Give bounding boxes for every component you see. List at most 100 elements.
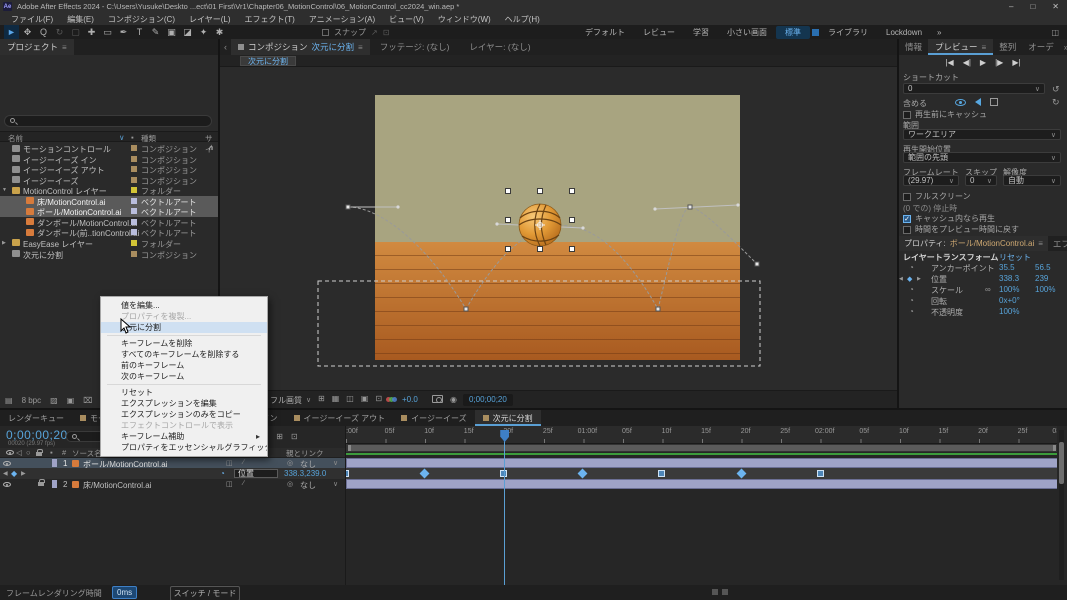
selection-tool[interactable]: ► [4, 25, 19, 39]
shape-tool[interactable]: ▭ [100, 25, 115, 39]
resolution-dropdown[interactable]: フル画質∨ [270, 394, 311, 406]
context-menu-item[interactable]: 値を編集... [101, 300, 267, 311]
menubar-item[interactable]: 編集(E) [60, 14, 101, 25]
workspace-tab[interactable]: レビュー [634, 26, 684, 39]
layer-bar-2[interactable] [346, 479, 1057, 489]
rulers-icon[interactable]: ⊡ [375, 394, 382, 403]
quality-switch-icon[interactable]: ∕ [243, 459, 244, 466]
next-keyframe-icon[interactable]: ▶ [21, 470, 26, 477]
eye-icon[interactable] [3, 461, 11, 466]
keyframe-icon[interactable] [658, 470, 665, 477]
work-area-bar[interactable] [348, 445, 1056, 451]
include-overlays-icon[interactable] [990, 98, 998, 106]
footage-tab[interactable]: フッテージ: (なし) [370, 41, 460, 53]
roto-brush-tool[interactable]: ✦ [196, 25, 211, 39]
stopwatch-icon[interactable]: ◔ [909, 296, 914, 305]
keyframe-at-time-icon[interactable]: ◆ [11, 469, 17, 478]
menubar-item[interactable]: レイヤー(L) [182, 14, 238, 25]
switches-modes-toggle[interactable]: スイッチ / モード [170, 586, 240, 600]
panel-menu-icon[interactable]: ≡ [1038, 239, 1043, 248]
first-frame-button[interactable]: |◀ [945, 58, 953, 67]
channel-icon[interactable] [386, 397, 396, 404]
property-value[interactable]: 239 [1035, 274, 1048, 283]
property-value[interactable]: 100% [999, 285, 1019, 294]
reset-shortcut-icon[interactable]: ↺ [1052, 84, 1060, 95]
project-item[interactable]: ▶EasyEase レイヤーフォルダー [0, 238, 218, 249]
tab-preview[interactable]: プレビュー ≡ [928, 39, 993, 55]
project-item[interactable]: 次元に分割コンポジション [0, 249, 218, 260]
next-frame-button[interactable]: |▶ [995, 58, 1003, 67]
lock-icon[interactable] [38, 482, 44, 486]
comp-navigator-tab[interactable]: 次元に分割 [240, 56, 296, 66]
include-audio-icon[interactable] [975, 98, 981, 106]
exposure-value[interactable]: +0.0 [402, 395, 418, 404]
menubar-item[interactable]: エフェクト(T) [238, 14, 302, 25]
layer-bar-1[interactable] [346, 458, 1057, 468]
prev-keyframe-icon[interactable]: ◀ [3, 470, 8, 477]
cache-icon[interactable]: ↻ [1052, 97, 1060, 108]
context-menu-item[interactable]: エクスプレッションを編集 [101, 398, 267, 409]
project-search-input[interactable] [4, 115, 212, 127]
clone-stamp-tool[interactable]: ▣ [164, 25, 179, 39]
prev-keyframe-icon[interactable]: ◀ [899, 276, 903, 282]
layer-row-2[interactable]: 2 床/MotionControl.ai ◫ ∕ ◎ なし ∨ [0, 479, 345, 489]
layer-selection-bbox[interactable] [318, 281, 760, 366]
fullscreen-checkbox[interactable] [903, 193, 911, 201]
properties-tab[interactable]: プロパティ: ボール/MotionControl.ai ≡ [899, 236, 1048, 251]
keyframe-icon[interactable] [817, 470, 824, 477]
context-menu-item[interactable]: 前のキーフレーム [101, 360, 267, 371]
position-property-row[interactable]: ◀ ◆ ▶ ◔ 位置 338.3,239.0 [0, 468, 345, 479]
panel-menu-icon[interactable]: ≡ [358, 43, 363, 52]
label-swatch[interactable] [52, 459, 57, 467]
framerate-dropdown[interactable]: (29.97)∨ [903, 175, 959, 186]
property-value[interactable]: 35.5 [999, 263, 1015, 272]
play-cached-checkbox[interactable]: ✓ [903, 215, 911, 223]
composition-tab[interactable]: コンポジション 次元に分割 ≡ [231, 39, 370, 55]
brush-tool[interactable]: ✎ [148, 25, 163, 39]
pen-tool[interactable]: ✒ [116, 25, 131, 39]
tab-info[interactable]: 情報 [899, 41, 928, 53]
move-time-checkbox[interactable] [903, 226, 911, 234]
keyframe-icon[interactable] [420, 469, 430, 479]
project-item[interactable]: ▼MotionControl レイヤーフォルダー [0, 185, 218, 196]
twisty-icon[interactable]: ▶ [2, 240, 6, 246]
trash-icon[interactable]: ⌧ [83, 396, 92, 405]
keyframe-at-time-icon[interactable]: ◆ [907, 275, 912, 283]
close-button[interactable]: ✕ [1052, 1, 1059, 12]
cache-before-playback-checkbox[interactable] [903, 111, 911, 119]
project-item[interactable]: ボール/MotionControl.aiベクトルアート [0, 206, 218, 217]
timeline-graph-area[interactable]: 0:00f05f10f15f20f25f01:00f05f10f15f20f25… [345, 426, 1057, 585]
show-snapshot-icon[interactable]: ◉ [450, 395, 457, 404]
context-menu-item[interactable]: リセット [101, 387, 267, 398]
context-menu-item[interactable]: 次のキーフレーム [101, 371, 267, 382]
keyframe-icon[interactable] [736, 469, 746, 479]
resolution-preview-dropdown[interactable]: 自動∨ [1003, 175, 1061, 186]
stopwatch-icon[interactable]: ◔ [220, 469, 225, 478]
rotation-tool[interactable]: ↻ [52, 25, 67, 39]
tab-scroll-left-icon[interactable]: ‹ [220, 42, 231, 52]
new-folder-icon[interactable]: ▨ [50, 396, 58, 405]
twisty-icon[interactable]: ▼ [2, 187, 7, 193]
label-column-icon[interactable]: ▪ [131, 133, 134, 142]
keyframe-icon[interactable] [345, 470, 349, 477]
frame-blend-icon[interactable]: ⊞ [276, 432, 283, 441]
panel-menu-icon[interactable]: ≡ [982, 43, 987, 52]
footage-icon[interactable]: ▤ [5, 396, 13, 405]
workspace-tab[interactable]: デフォルト [576, 26, 634, 39]
workspace-tab[interactable]: Lockdown [877, 27, 931, 38]
quality-switch-icon[interactable]: ∕ [243, 480, 244, 487]
snap-angle-icon[interactable]: ↗ [371, 28, 378, 37]
comp-viewer[interactable] [220, 67, 897, 390]
workspace-tab[interactable]: ライブラリ [819, 26, 877, 39]
layer-name[interactable]: 床/MotionControl.ai [83, 480, 151, 491]
context-menu-item[interactable]: すべてのキーフレームを削除する [101, 349, 267, 360]
workspace-tab[interactable]: 学習 [684, 26, 718, 39]
camera-tool[interactable]: ▢ [68, 25, 83, 39]
timeline-tab[interactable]: イージーイーズ [393, 410, 474, 426]
tab-overflow-icon[interactable]: » [1060, 42, 1067, 52]
sort-arrow-icon[interactable]: ∨ [119, 133, 125, 142]
time-ruler[interactable]: 0:00f05f10f15f20f25f01:00f05f10f15f20f25… [346, 426, 1057, 444]
property-value[interactable]: 100% [1035, 285, 1055, 294]
context-menu-item[interactable]: キーフレーム補助▸ [101, 431, 267, 442]
include-video-icon[interactable] [955, 99, 966, 106]
